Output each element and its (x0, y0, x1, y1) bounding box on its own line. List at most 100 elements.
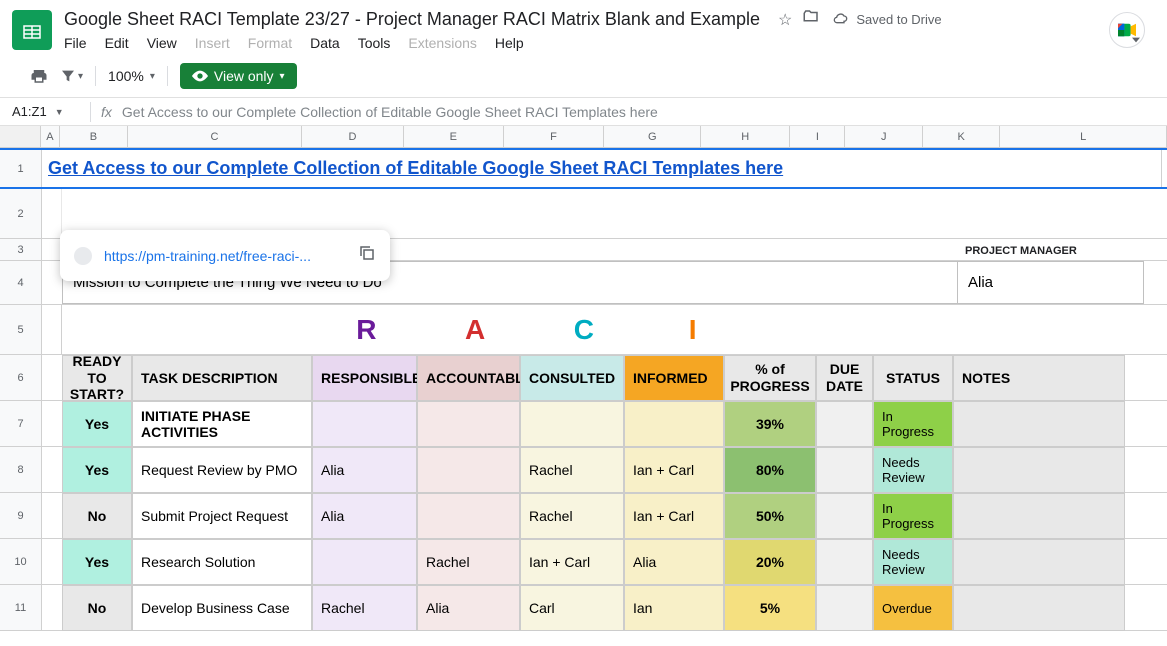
responsible-cell[interactable]: Rachel (312, 585, 417, 631)
notes-cell[interactable] (953, 493, 1125, 539)
row-header[interactable]: 6 (0, 355, 42, 400)
task-cell[interactable]: Request Review by PMO (132, 447, 312, 493)
notes-cell[interactable] (953, 539, 1125, 585)
menu-insert[interactable]: Insert (195, 35, 230, 51)
sheets-logo[interactable] (12, 10, 52, 50)
row-header[interactable]: 8 (0, 447, 42, 492)
col-header-F[interactable]: F (504, 126, 605, 147)
row-header[interactable]: 4 (0, 261, 42, 304)
accountable-cell[interactable] (417, 401, 520, 447)
notes-cell[interactable] (953, 585, 1125, 631)
filter-icon[interactable]: ▾ (60, 68, 83, 84)
zoom-selector[interactable]: 100%▾ (108, 68, 155, 84)
due-cell[interactable] (816, 401, 873, 447)
name-box[interactable]: A1:Z1▼ (0, 104, 90, 119)
cloud-status[interactable]: Saved to Drive (830, 12, 941, 28)
menu-view[interactable]: View (147, 35, 177, 51)
task-cell[interactable]: Submit Project Request (132, 493, 312, 539)
menu-extensions[interactable]: Extensions (408, 35, 476, 51)
col-header-G[interactable]: G (604, 126, 701, 147)
consulted-cell[interactable]: Rachel (520, 493, 624, 539)
status-cell[interactable]: In Progress (873, 401, 953, 447)
col-header-A[interactable]: A (41, 126, 60, 147)
status-cell[interactable]: Overdue (873, 585, 953, 631)
informed-cell[interactable]: Ian (624, 585, 724, 631)
progress-cell[interactable]: 80% (724, 447, 816, 493)
select-all-corner[interactable] (0, 126, 41, 147)
consulted-cell[interactable]: Carl (520, 585, 624, 631)
notes-cell[interactable] (953, 401, 1125, 447)
menu-tools[interactable]: Tools (358, 35, 391, 51)
row-header[interactable]: 2 (0, 189, 42, 238)
due-cell[interactable] (816, 447, 873, 493)
informed-cell[interactable]: Ian + Carl (624, 493, 724, 539)
ready-cell[interactable]: No (62, 585, 132, 631)
progress-cell[interactable]: 50% (724, 493, 816, 539)
app-header: Google Sheet RACI Template 23/27 - Proje… (0, 0, 1167, 51)
menu-data[interactable]: Data (310, 35, 340, 51)
row-header[interactable]: 9 (0, 493, 42, 538)
due-cell[interactable] (816, 493, 873, 539)
star-icon[interactable]: ☆ (778, 10, 792, 30)
task-cell[interactable]: INITIATE PHASE ACTIVITIES (132, 401, 312, 447)
ready-cell[interactable]: Yes (62, 401, 132, 447)
ready-cell[interactable]: Yes (62, 539, 132, 585)
col-header-E[interactable]: E (404, 126, 504, 147)
row-header[interactable]: 11 (0, 585, 42, 630)
responsible-cell[interactable]: Alia (312, 447, 417, 493)
row-header[interactable]: 5 (0, 305, 42, 354)
view-only-button[interactable]: View only ▾ (180, 63, 297, 89)
consulted-cell[interactable]: Ian + Carl (520, 539, 624, 585)
col-header-K[interactable]: K (923, 126, 1000, 147)
responsible-cell[interactable]: Alia (312, 493, 417, 539)
responsible-cell[interactable] (312, 539, 417, 585)
status-cell[interactable]: Needs Review (873, 447, 953, 493)
informed-cell[interactable]: Ian + Carl (624, 447, 724, 493)
status-cell[interactable]: Needs Review (873, 539, 953, 585)
menu-help[interactable]: Help (495, 35, 524, 51)
accountable-cell[interactable] (417, 447, 520, 493)
link-url[interactable]: https://pm-training.net/free-raci-... (104, 248, 346, 264)
col-header-L[interactable]: L (1000, 126, 1167, 147)
col-header-D[interactable]: D (302, 126, 404, 147)
row-header[interactable]: 1 (0, 150, 42, 187)
col-header-H[interactable]: H (701, 126, 790, 147)
due-cell[interactable] (816, 539, 873, 585)
ready-cell[interactable]: Yes (62, 447, 132, 493)
print-icon[interactable] (30, 67, 48, 85)
row-header[interactable]: 7 (0, 401, 42, 446)
col-header-B[interactable]: B (60, 126, 128, 147)
accountable-cell[interactable]: Rachel (417, 539, 520, 585)
progress-cell[interactable]: 39% (724, 401, 816, 447)
col-header-C[interactable]: C (128, 126, 302, 147)
responsible-cell[interactable] (312, 401, 417, 447)
informed-cell[interactable]: Alia (624, 539, 724, 585)
progress-cell[interactable]: 5% (724, 585, 816, 631)
collection-link[interactable]: Get Access to our Complete Collection of… (42, 150, 1162, 187)
informed-cell[interactable] (624, 401, 724, 447)
notes-cell[interactable] (953, 447, 1125, 493)
menu-file[interactable]: File (64, 35, 87, 51)
task-cell[interactable]: Develop Business Case (132, 585, 312, 631)
consulted-cell[interactable] (520, 401, 624, 447)
menu-format[interactable]: Format (248, 35, 292, 51)
accountable-cell[interactable] (417, 493, 520, 539)
accountable-cell[interactable]: Alia (417, 585, 520, 631)
col-header-I[interactable]: I (790, 126, 845, 147)
due-cell[interactable] (816, 585, 873, 631)
status-cell[interactable]: In Progress (873, 493, 953, 539)
task-cell[interactable]: Research Solution (132, 539, 312, 585)
move-icon[interactable] (802, 8, 820, 31)
row-header[interactable]: 3 (0, 239, 42, 260)
consulted-cell[interactable]: Rachel (520, 447, 624, 493)
row-header[interactable]: 10 (0, 539, 42, 584)
doc-title[interactable]: Google Sheet RACI Template 23/27 - Proje… (64, 9, 760, 30)
ready-cell[interactable]: No (62, 493, 132, 539)
project-manager-input[interactable]: Alia (958, 261, 1144, 304)
formula-bar[interactable]: fx Get Access to our Complete Collection… (91, 104, 1167, 120)
progress-cell[interactable]: 20% (724, 539, 816, 585)
meet-button[interactable] (1109, 12, 1145, 48)
copy-link-icon[interactable] (358, 244, 376, 267)
menu-edit[interactable]: Edit (105, 35, 129, 51)
col-header-J[interactable]: J (845, 126, 922, 147)
